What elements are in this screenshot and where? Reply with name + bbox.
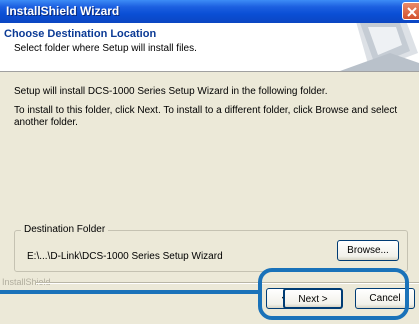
callout-highlight [258, 268, 409, 320]
installer-window: InstallShield Wizard Choose Destination … [0, 0, 419, 324]
header-title: Choose Destination Location [4, 28, 157, 40]
instruction-line-cont: another folder. [14, 117, 78, 128]
destination-folder-label: Destination Folder [21, 224, 109, 235]
callout-pointer-line [0, 290, 262, 294]
close-button[interactable] [402, 2, 419, 20]
wizard-header: Choose Destination Location Select folde… [0, 23, 419, 72]
browse-button[interactable]: Browse... [337, 240, 399, 261]
window-title: InstallShield Wizard [6, 4, 120, 18]
info-line: Setup will install DCS-1000 Series Setup… [14, 86, 328, 97]
computer-art [330, 23, 419, 71]
close-icon [407, 7, 417, 17]
title-bar[interactable]: InstallShield Wizard [0, 0, 419, 23]
instruction-line: To install to this folder, click Next. T… [14, 105, 398, 116]
destination-path: E:\...\D-Link\DCS-1000 Series Setup Wiza… [27, 251, 223, 262]
header-subtitle: Select folder where Setup will install f… [14, 43, 197, 54]
